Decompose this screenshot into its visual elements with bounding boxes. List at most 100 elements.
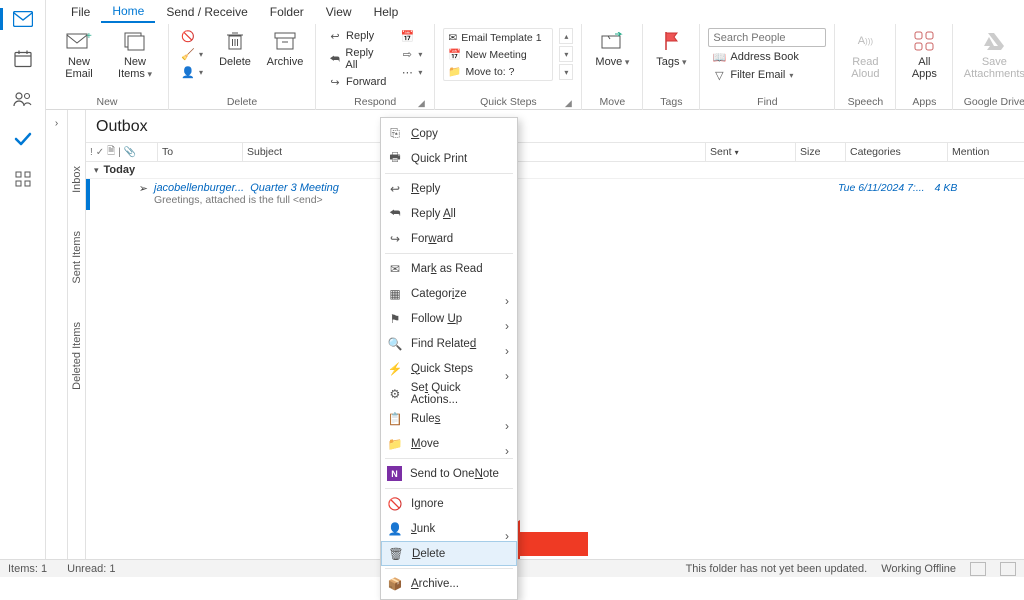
more-respond-button[interactable]: ⋯ [396,64,426,80]
folder-sent[interactable]: Sent Items [71,231,83,284]
group-label-new: New [54,94,160,110]
col-mention[interactable]: Mention [948,143,1024,161]
mail-icon[interactable] [12,8,34,30]
status-items: Items: 1 [8,563,47,575]
search-people-input[interactable] [708,28,826,47]
qs-up[interactable]: ▴ [559,28,573,44]
view-normal-button[interactable] [970,562,986,576]
ctx-junk[interactable]: 👤Junk [381,516,517,541]
app-rail [0,0,46,577]
read-aloud-button[interactable]: A))) Read Aloud [843,28,887,80]
qs-down[interactable]: ▾ [559,46,573,62]
menu-send-receive[interactable]: Send / Receive [155,2,258,22]
folder-deleted[interactable]: Deleted Items [71,322,83,390]
calendar-icon[interactable] [12,48,34,70]
col-sent[interactable]: Sent [706,143,796,161]
group-label-quick-steps: Quick Steps◢ [443,94,573,110]
move-button[interactable]: Move [590,28,634,68]
ctx-follow-up[interactable]: ⚑Follow Up [381,306,517,331]
menu-home[interactable]: Home [101,1,155,23]
quick-step-new-meeting[interactable]: 📅New Meeting [444,46,552,63]
ctx-forward[interactable]: ↪Forward [381,226,517,251]
menu-folder[interactable]: Folder [259,2,315,22]
ribbon-group-drive: Save Attachments Google Drive [953,24,1024,110]
ctx-set-quick-actions[interactable]: ⚙Set Quick Actions... [381,381,517,406]
col-icons[interactable]: !✓🗎|📎 [86,143,158,161]
msg-subject: Quarter 3 Meeting [250,182,339,194]
all-apps-button[interactable]: All Apps [904,28,944,80]
quick-step-move-to[interactable]: 📁Move to: ? [444,63,552,80]
ctx-copy[interactable]: ⎘Copy [381,121,517,146]
archive-button[interactable]: Archive [263,28,307,68]
col-to[interactable]: To [158,143,243,161]
chevron-right-icon: › [55,118,58,559]
new-email-icon: + [65,30,93,52]
respond-dialog-launcher[interactable]: ◢ [416,98,426,108]
group-today[interactable]: ▾Today [86,162,1024,179]
new-items-button[interactable]: New Items [110,28,160,80]
print-icon: 🖶 [387,151,403,167]
menu-view[interactable]: View [315,2,363,22]
tags-button[interactable]: Tags [651,28,691,68]
ctx-quick-steps[interactable]: ⚡Quick Steps [381,356,517,381]
message-row[interactable]: ➢ jacobellenburger... Quarter 3 Meeting … [86,179,1024,210]
forward-button[interactable]: ↪Forward [324,74,390,90]
im-button[interactable]: ⇨ [396,46,426,62]
msg-to: jacobellenburger... [154,182,244,194]
cleanup-icon: 🧹 [181,47,195,61]
ctx-archive[interactable]: 📦Archive... [381,571,517,596]
more-apps-icon[interactable] [12,168,34,190]
moveto-icon: 📁 [448,65,461,78]
folder-inbox[interactable]: Inbox [71,166,83,193]
meeting-button[interactable]: 📅 [396,28,426,44]
qs-more[interactable]: ▾ [559,64,573,80]
address-book-button[interactable]: 📖Address Book [708,49,826,65]
ignore-button[interactable]: 🚫 [177,28,207,44]
archive-icon: 📦 [387,576,403,592]
qs-dialog-launcher[interactable]: ◢ [563,98,573,108]
col-size[interactable]: Size [796,143,846,161]
save-attachments-button[interactable]: Save Attachments [961,28,1024,80]
ctx-move[interactable]: 📁Move [381,431,517,456]
group-label-apps: Apps [904,94,944,110]
people-icon[interactable] [12,88,34,110]
main-area: › Inbox Sent Items Deleted Items Outbox … [46,110,1024,559]
caret-down-icon: ▾ [94,165,99,176]
junk-button[interactable]: 👤 [177,64,207,80]
filter-email-button[interactable]: ▽Filter Email [708,67,826,83]
junk-icon: 👤 [387,521,403,537]
archive-icon [271,30,299,52]
ctx-onenote[interactable]: NSend to OneNote [381,461,517,486]
all-apps-label: All Apps [912,56,937,80]
view-reading-button[interactable] [1000,562,1016,576]
apps-grid-icon [910,30,938,52]
ctx-categorize[interactable]: ▦Categorize [381,281,517,306]
ctx-rules[interactable]: 📋Rules [381,406,517,431]
reply-all-button[interactable]: ⮪Reply All [324,46,390,72]
delete-button[interactable]: Delete [213,28,257,68]
ctx-delete[interactable]: 🗑Delete [381,541,517,566]
ctx-find-related[interactable]: 🔍Find Related [381,331,517,356]
ctx-ignore[interactable]: 🚫Ignore [381,491,517,516]
nav-collapse[interactable]: › [46,110,68,559]
tags-label: Tags [656,56,686,68]
tasks-icon[interactable] [12,128,34,150]
menu-help[interactable]: Help [363,2,410,22]
quick-step-email-template[interactable]: ✉Email Template 1 [444,29,552,46]
col-categories[interactable]: Categories [846,143,948,161]
new-email-button[interactable]: + New Email [54,28,104,80]
group-label-move: Move [590,94,634,110]
ctx-mark-read[interactable]: ✉Mark as Read [381,256,517,281]
ribbon-group-tags: Tags Tags [643,24,700,110]
reply-all-icon: ⮪ [328,52,341,66]
ctx-reply-all[interactable]: ⮪Reply All [381,201,517,226]
cleanup-button[interactable]: 🧹 [177,46,207,62]
ribbon: + New Email New Items New 🚫 🧹 👤 Delete [46,24,1024,110]
ctx-reply[interactable]: ↩Reply [381,176,517,201]
new-items-icon [121,30,149,52]
ctx-quick-print[interactable]: 🖶Quick Print [381,146,517,171]
reply-button[interactable]: ↩Reply [324,28,390,44]
mail-icon: ✉ [387,261,403,277]
rules-icon: 📋 [387,411,403,427]
menu-file[interactable]: File [60,2,101,22]
